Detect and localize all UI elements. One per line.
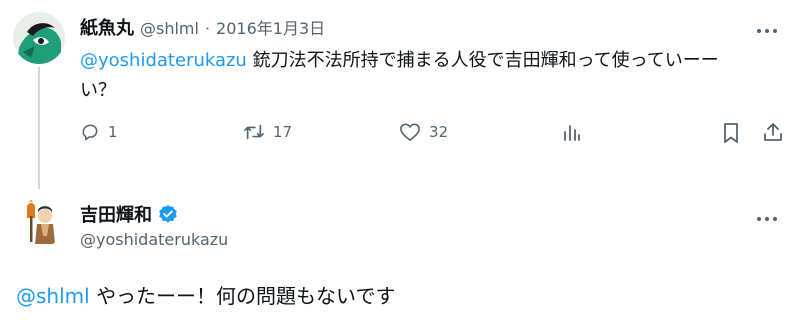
verified-badge-icon[interactable] xyxy=(158,204,178,224)
retweet-count: 17 xyxy=(273,123,293,141)
main-tweet-text: @shlml やったーー！何の問題もないです xyxy=(16,280,395,309)
retweet-icon xyxy=(244,124,264,140)
avatar-image xyxy=(13,196,65,248)
main-mention-link[interactable]: @shlml xyxy=(16,284,90,308)
bookmark-icon xyxy=(724,123,738,143)
main-tweet-header: 吉田輝和 xyxy=(80,201,178,227)
meta-separator: · xyxy=(204,19,211,38)
views-icon xyxy=(564,125,580,141)
reply-tweet-header: 紙魚丸 @shlml · 2016年1月3日 xyxy=(80,14,325,40)
reply-text-body: 銃刀法不法所持で捕まる人役で吉田輝和って使っていーー xyxy=(252,50,719,71)
more-horizontal-icon[interactable] xyxy=(756,206,778,226)
more-horizontal-icon[interactable] xyxy=(756,18,778,38)
reply-text-line-2: い？ xyxy=(80,80,116,101)
share-icon xyxy=(764,123,782,141)
like-action[interactable]: 32 xyxy=(399,122,448,142)
reply-action[interactable]: 1 xyxy=(80,122,118,142)
reply-tweet-date[interactable]: 2016年1月3日 xyxy=(216,15,325,39)
views-action[interactable] xyxy=(562,122,582,142)
avatar-image xyxy=(13,12,65,64)
share-action[interactable] xyxy=(762,121,784,143)
bookmark-action[interactable] xyxy=(722,122,740,144)
like-count: 32 xyxy=(429,123,449,141)
main-text-body: やったーー！何の問題もないです xyxy=(96,284,396,308)
avatar-yoshidaterukazu[interactable] xyxy=(13,196,65,248)
reply-text-line-1: @yoshidaterukazu 銃刀法不法所持で捕まる人役で吉田輝和って使って… xyxy=(80,46,770,76)
reply-mention-link[interactable]: @yoshidaterukazu xyxy=(80,50,247,71)
heart-icon xyxy=(400,123,420,141)
reply-author-handle[interactable]: @shlml xyxy=(140,19,199,38)
avatar-shlml[interactable] xyxy=(13,12,65,64)
reply-count: 1 xyxy=(108,123,118,141)
retweet-action[interactable]: 17 xyxy=(243,122,292,142)
main-author-name[interactable]: 吉田輝和 xyxy=(80,201,152,227)
reply-tweet-text: @yoshidaterukazu 銃刀法不法所持で捕まる人役で吉田輝和って使って… xyxy=(80,46,770,106)
thread-connector-line xyxy=(38,67,40,189)
reply-icon xyxy=(82,124,98,141)
reply-author-name[interactable]: 紙魚丸 xyxy=(80,14,134,40)
main-author-handle[interactable]: @yoshidaterukazu xyxy=(80,230,228,249)
